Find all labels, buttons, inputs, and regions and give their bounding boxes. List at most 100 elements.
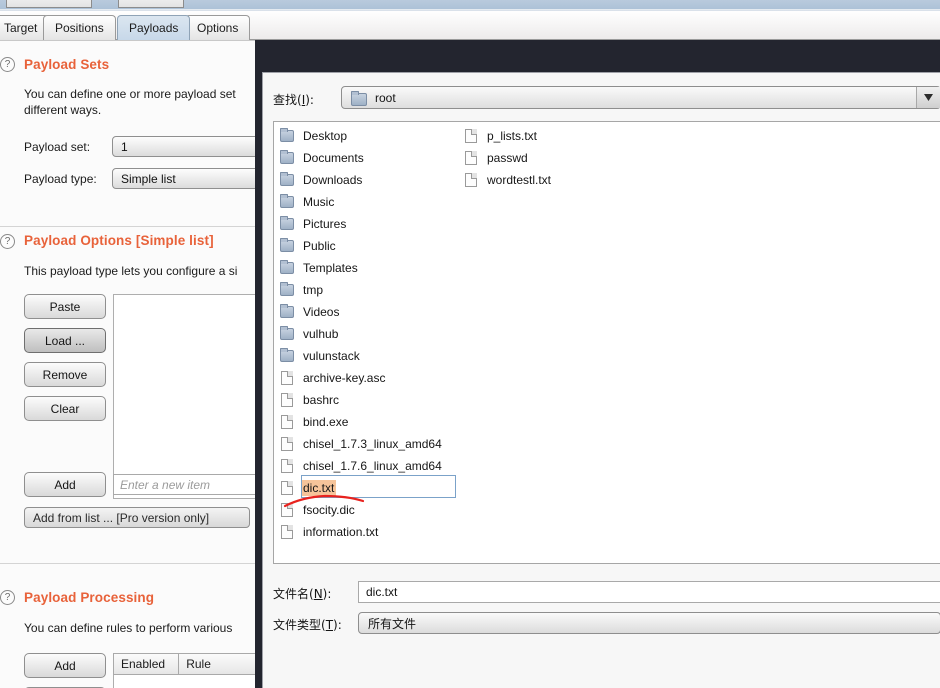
list-item-label: vulhub [303, 327, 339, 341]
paste-button-label: Paste [49, 299, 81, 314]
list-item-label: Documents [303, 151, 364, 165]
file-name-input[interactable]: dic.txt [358, 581, 940, 603]
list-item[interactable]: Documents [280, 147, 460, 169]
payload-options-heading: Payload Options [Simple list] [24, 233, 214, 248]
remove-button[interactable]: Remove [24, 362, 106, 387]
list-item[interactable]: passwd [464, 147, 654, 169]
payload-sets-heading: Payload Sets [24, 57, 110, 72]
file-list[interactable]: Desktop Documents Downloads Music Pictur… [273, 121, 940, 564]
list-item-label: passwd [487, 151, 528, 165]
file-type-combo[interactable]: 所有文件 [358, 612, 940, 634]
outer-tab-fragment-2[interactable] [118, 0, 184, 8]
file-icon [464, 172, 478, 188]
list-item-label: wordtestl.txt [487, 173, 552, 187]
tab-options[interactable]: Options [185, 15, 251, 40]
tab-target[interactable]: Target [0, 15, 50, 40]
question-mark-icon[interactable]: ? [0, 57, 15, 72]
list-item[interactable]: bashrc [280, 389, 460, 411]
list-item[interactable]: vulhub [280, 323, 460, 345]
new-item-input[interactable]: Enter a new item [113, 474, 273, 495]
list-item-label: Templates [303, 261, 358, 275]
question-mark-icon[interactable]: ? [0, 234, 15, 249]
tab-payloads[interactable]: Payloads [117, 15, 191, 40]
list-item[interactable]: chisel_1.7.6_linux_amd64 [280, 455, 460, 477]
tab-target-label: Target [4, 21, 38, 35]
list-item-label: Desktop [303, 129, 348, 143]
list-item[interactable]: Templates [280, 257, 460, 279]
payload-options-description: This payload type lets you configure a s… [24, 264, 238, 278]
list-item[interactable]: tmp [280, 279, 460, 301]
list-item-label: bashrc [303, 393, 340, 407]
list-item[interactable]: p_lists.txt [464, 125, 654, 147]
load-button[interactable]: Load ... [24, 328, 106, 353]
tab-options-label: Options [197, 21, 239, 35]
rules-table-body[interactable] [113, 675, 273, 688]
file-icon [280, 458, 294, 474]
look-in-label: 查找(I): [273, 93, 314, 107]
file-icon [280, 524, 294, 540]
file-icon [280, 392, 294, 408]
list-item-label: chisel_1.7.6_linux_amd64 [303, 459, 442, 473]
look-in-combo[interactable]: root [341, 86, 940, 109]
rules-column-enabled[interactable]: Enabled [114, 654, 180, 674]
folder-icon [280, 216, 294, 232]
list-item-label: p_lists.txt [487, 129, 538, 143]
folder-icon [280, 128, 294, 144]
folder-icon [280, 348, 294, 364]
file-type-value: 所有文件 [368, 616, 417, 631]
payload-type-label: Payload type: [24, 172, 97, 186]
add-from-list-button[interactable]: Add from list ... [Pro version only] [24, 507, 250, 528]
list-item-label: Pictures [303, 217, 347, 231]
list-item-label: Public [303, 239, 336, 253]
add-payload-button[interactable]: Add [24, 472, 106, 497]
folder-icon [280, 238, 294, 254]
clear-button[interactable]: Clear [24, 396, 106, 421]
list-item[interactable]: Music [280, 191, 460, 213]
payload-set-value: 1 [121, 139, 128, 154]
file-icon [280, 480, 294, 496]
list-item-label: tmp [303, 283, 324, 297]
list-item-label: chisel_1.7.3_linux_amd64 [303, 437, 442, 451]
folder-icon [280, 260, 294, 276]
question-mark-icon[interactable]: ? [0, 590, 15, 605]
chevron-down-icon[interactable] [916, 87, 940, 108]
list-item[interactable]: Videos [280, 301, 460, 323]
list-item-label: bind.exe [303, 415, 349, 429]
folder-icon [280, 172, 294, 188]
payload-sets-description-line2: different ways. [24, 103, 102, 117]
rules-table-header: Enabled Rule [113, 653, 273, 675]
list-item[interactable]: Desktop [280, 125, 460, 147]
file-icon [280, 436, 294, 452]
add-rule-button-label: Add [54, 658, 76, 673]
new-item-placeholder: Enter a new item [120, 477, 211, 492]
payload-list-box[interactable] [113, 294, 273, 499]
add-rule-button[interactable]: Add [24, 653, 106, 678]
paste-button[interactable]: Paste [24, 294, 106, 319]
list-item[interactable]: Pictures [280, 213, 460, 235]
outer-tab-fragment-1[interactable] [6, 0, 92, 8]
list-item[interactable]: bind.exe [280, 411, 460, 433]
list-item[interactable]: information.txt [280, 521, 460, 543]
payload-sets-description-line1: You can define one or more payload set [24, 87, 236, 101]
list-item[interactable]: Downloads [280, 169, 460, 191]
list-item[interactable]: archive-key.asc [280, 367, 460, 389]
list-item[interactable]: wordtestl.txt [464, 169, 654, 191]
add-payload-button-label: Add [54, 477, 76, 492]
list-item-label: Videos [303, 305, 340, 319]
look-in-value: root [375, 90, 396, 105]
list-item-label: information.txt [303, 525, 379, 539]
intruder-tab-bar: Target Positions Payloads Options [0, 11, 940, 40]
payload-set-label: Payload set: [24, 140, 91, 154]
list-item[interactable]: vulunstack [280, 345, 460, 367]
list-item-label: fsocity.dic [303, 503, 355, 517]
tab-positions[interactable]: Positions [43, 15, 116, 40]
tab-payloads-label: Payloads [129, 21, 179, 35]
list-item-label: Music [303, 195, 335, 209]
list-item[interactable]: Public [280, 235, 460, 257]
file-icon [464, 128, 478, 144]
payload-type-value: Simple list [121, 171, 176, 186]
list-item[interactable]: chisel_1.7.3_linux_amd64 [280, 433, 460, 455]
tab-positions-label: Positions [55, 21, 104, 35]
list-item[interactable]: fsocity.dic [280, 499, 460, 521]
list-item-label: vulunstack [303, 349, 360, 363]
